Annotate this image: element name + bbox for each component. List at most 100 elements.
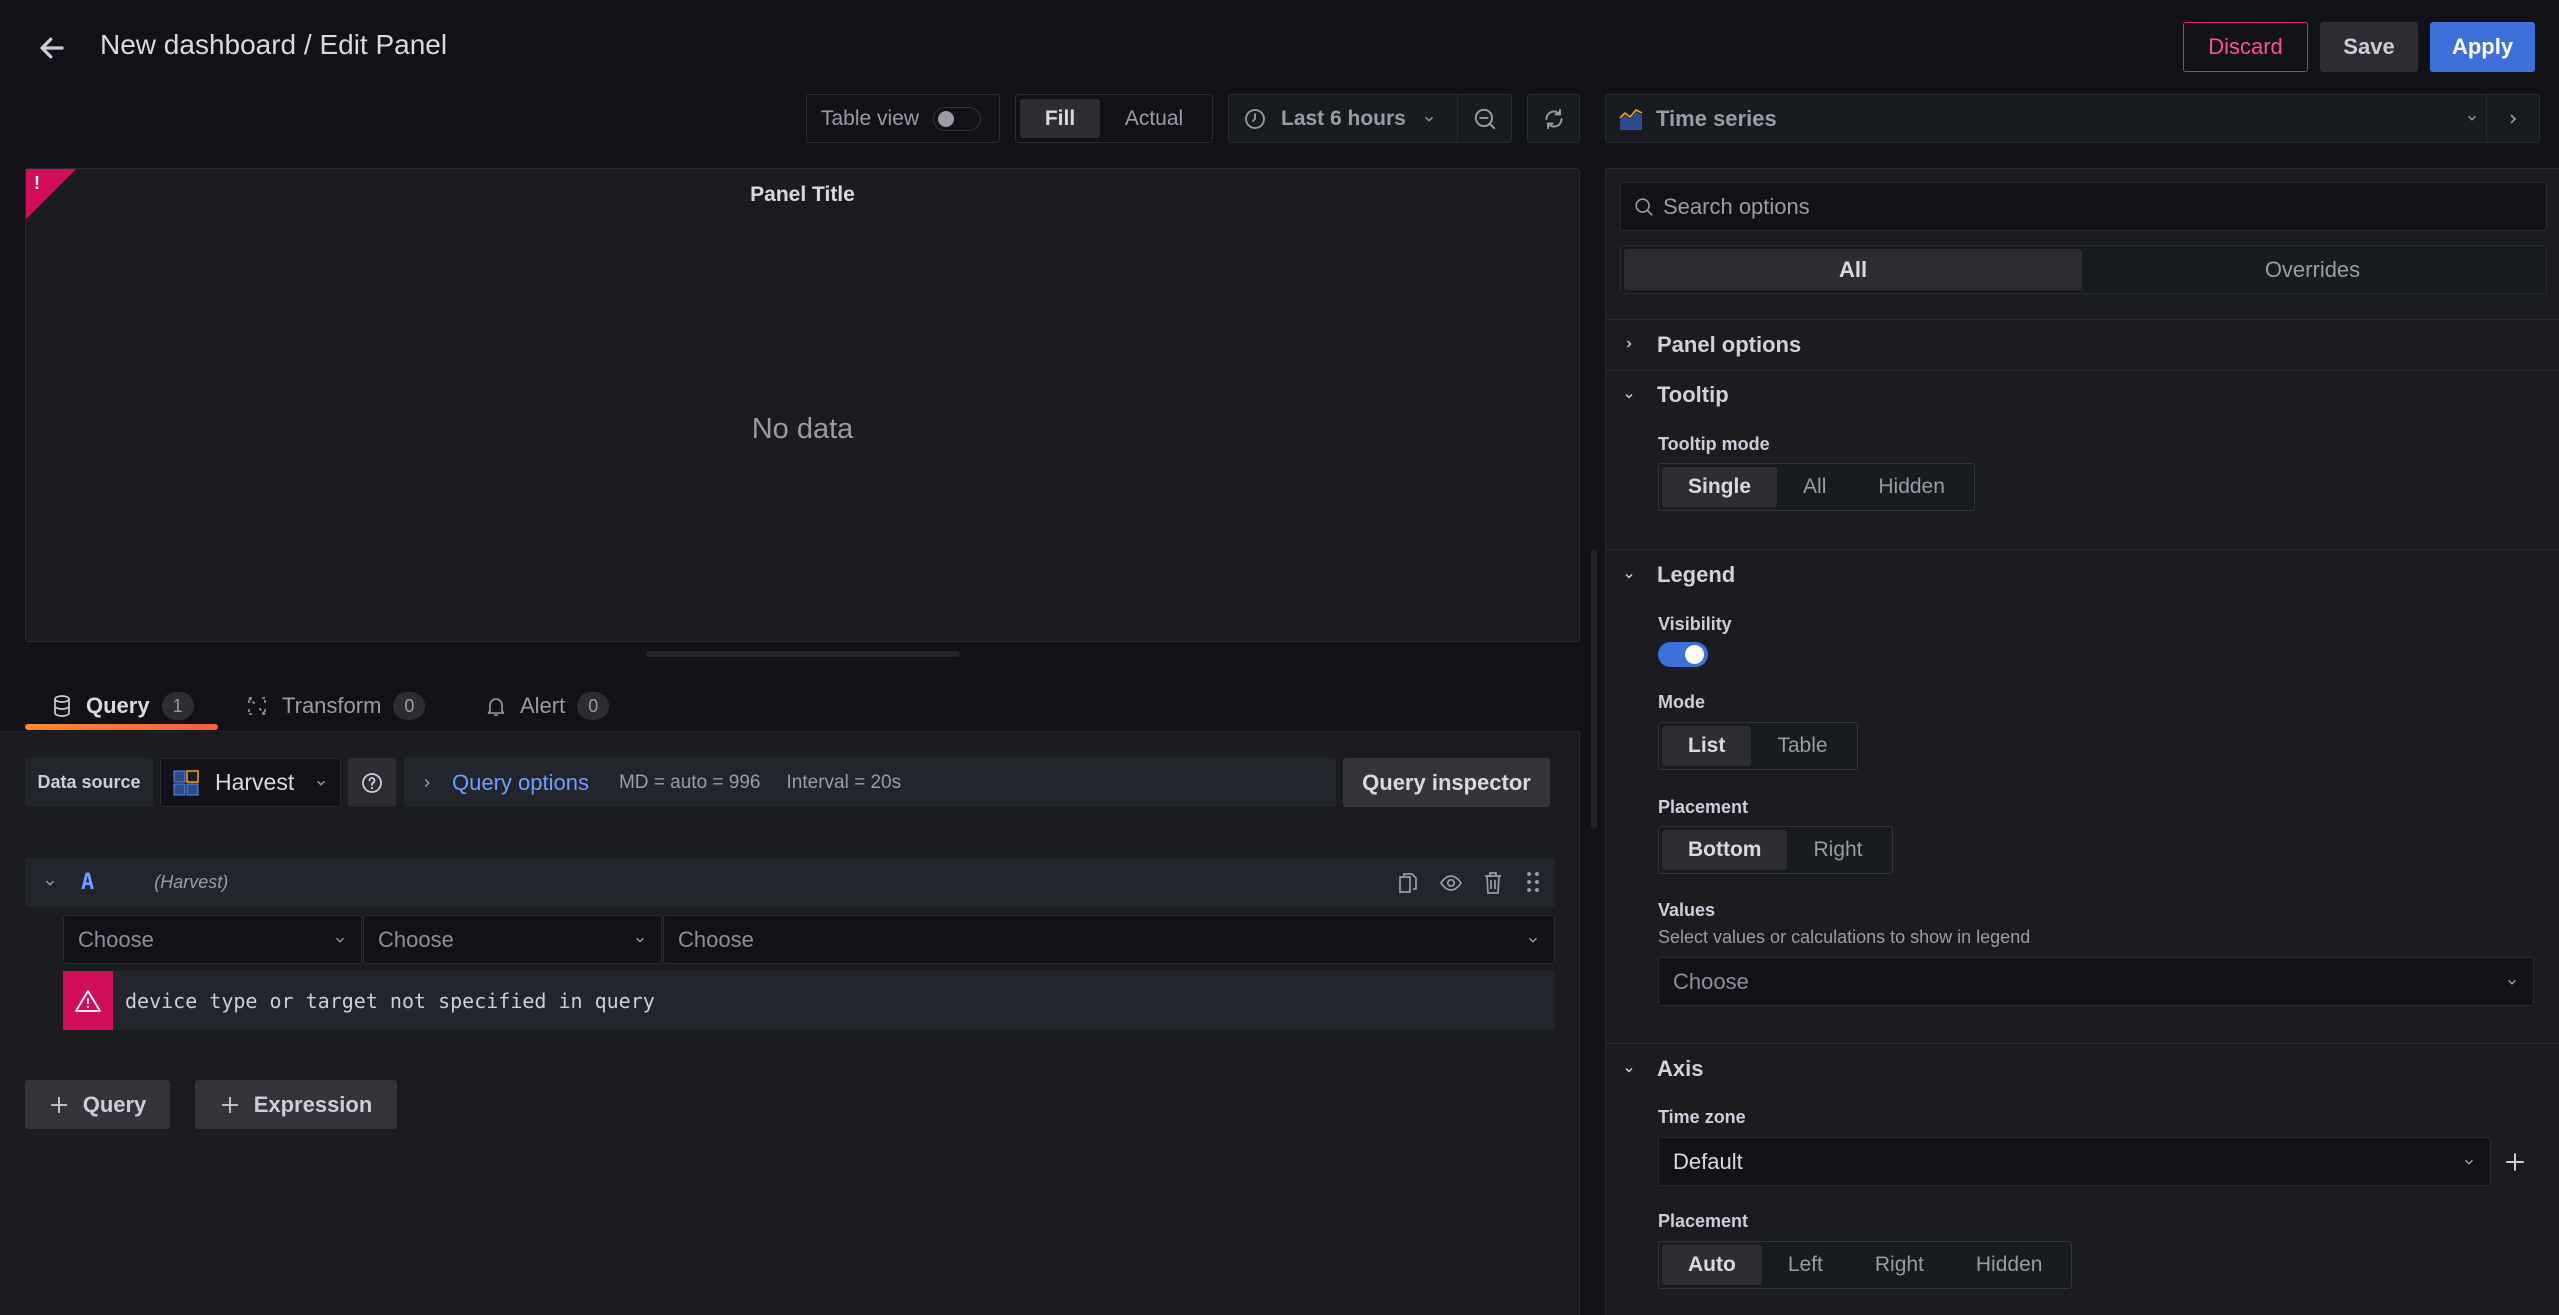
chevron-down-icon <box>314 776 328 790</box>
database-icon <box>54 695 70 717</box>
legend-placement-right[interactable]: Right <box>1787 830 1888 870</box>
legend-mode-label: Mode <box>1658 692 1705 712</box>
arrow-left-icon <box>40 37 64 59</box>
tooltip-mode-single[interactable]: Single <box>1662 467 1778 507</box>
bell-icon <box>487 698 505 716</box>
section-axis[interactable]: Axis <box>1605 1044 2559 1094</box>
table-view-toggle[interactable]: Table view <box>806 94 1000 143</box>
tab-overrides[interactable]: Overrides <box>2082 249 2543 290</box>
clock-icon <box>1243 107 1267 131</box>
axis-placement-label: Placement <box>1658 1211 1749 1231</box>
legend-values-description: Select values or calculations to show in… <box>1658 927 2031 947</box>
data-source-picker[interactable]: Harvest <box>160 758 341 807</box>
collapse-query-icon[interactable] <box>43 876 57 890</box>
chevron-down-icon <box>1623 1064 1635 1076</box>
legend-visibility-switch[interactable] <box>1658 642 1708 667</box>
search-icon <box>1635 197 1653 216</box>
zoom-out-button[interactable] <box>1458 95 1512 142</box>
axis-timezone-label: Time zone <box>1658 1107 1746 1127</box>
time-range-label: Last 6 hours <box>1281 106 1406 130</box>
discard-button[interactable]: Discard <box>2183 22 2308 72</box>
chevron-down-icon <box>2465 111 2479 125</box>
interval: Interval = 20s <box>786 771 902 793</box>
query-inspector-button[interactable]: Query inspector <box>1343 758 1550 807</box>
plus-icon <box>2506 1153 2524 1171</box>
switch-knob <box>1685 645 1704 664</box>
select-placeholder: Choose <box>678 926 754 952</box>
chevron-down-icon <box>333 933 347 947</box>
tooltip-mode-label: Tooltip mode <box>1658 434 1770 454</box>
chevron-right-icon <box>2510 113 2517 124</box>
chevron-right-icon <box>1623 338 1635 350</box>
back-button[interactable] <box>30 30 74 66</box>
section-title: Tooltip <box>1657 382 1729 407</box>
legend-visibility-label: Visibility <box>1658 614 1732 634</box>
page-title: New dashboard / Edit Panel <box>100 29 448 60</box>
fill-button[interactable]: Fill <box>1020 99 1100 138</box>
query-select-3[interactable]: Choose <box>663 915 1555 964</box>
hide-query-button[interactable] <box>1439 872 1463 894</box>
axis-timezone-select[interactable]: Default <box>1658 1137 2491 1186</box>
time-picker[interactable]: Last 6 hours <box>1228 94 1512 143</box>
time-series-icon <box>1618 106 1644 132</box>
plus-icon <box>221 1096 238 1113</box>
apply-button[interactable]: Apply <box>2430 22 2535 72</box>
axis-placement-left[interactable]: Left <box>1762 1245 1849 1285</box>
search-options-input[interactable]: Search options <box>1620 182 2547 231</box>
tooltip-mode-hidden[interactable]: Hidden <box>1852 467 1971 507</box>
add-expression-button[interactable]: Expression <box>195 1080 397 1129</box>
axis-placement-auto[interactable]: Auto <box>1662 1245 1762 1285</box>
legend-placement-bottom[interactable]: Bottom <box>1662 830 1788 870</box>
tab-transform-count: 0 <box>393 692 426 720</box>
query-select-2[interactable]: Choose <box>363 915 662 964</box>
refresh-button[interactable] <box>1527 94 1580 143</box>
add-expression-label: Expression <box>253 1091 373 1117</box>
duplicate-query-button[interactable] <box>1397 871 1419 895</box>
tab-all[interactable]: All <box>1624 249 2082 290</box>
chevron-down-icon <box>2505 975 2519 989</box>
eye-icon <box>1440 875 1462 891</box>
legend-mode-list[interactable]: List <box>1662 726 1752 766</box>
legend-mode-table[interactable]: Table <box>1751 726 1853 766</box>
actual-button[interactable]: Actual <box>1100 99 1208 138</box>
pane-splitter[interactable] <box>1591 549 1597 829</box>
axis-placement-hidden[interactable]: Hidden <box>1950 1245 2069 1285</box>
query-row-header[interactable]: A (Harvest) <box>25 858 1555 907</box>
legend-mode-group: List Table <box>1658 722 1858 770</box>
tab-alert[interactable]: Alert 0 <box>486 688 610 724</box>
help-icon <box>362 772 382 793</box>
search-placeholder: Search options <box>1663 193 1810 219</box>
panel-title[interactable]: Panel Title <box>26 183 1579 207</box>
add-timezone-button[interactable] <box>2500 1147 2530 1177</box>
drag-dots-icon <box>1527 872 1539 892</box>
tab-query[interactable]: Query 1 <box>52 688 194 724</box>
drag-handle[interactable] <box>1525 870 1541 894</box>
table-view-switch[interactable] <box>933 106 982 131</box>
section-legend[interactable]: Legend <box>1605 550 2559 600</box>
tooltip-mode-all[interactable]: All <box>1777 467 1852 507</box>
axis-placement-right[interactable]: Right <box>1849 1245 1950 1285</box>
add-query-button[interactable]: Query <box>25 1080 170 1129</box>
chevron-down-icon <box>1623 390 1635 402</box>
visualization-picker[interactable]: Time series <box>1605 94 2540 143</box>
toggle-options-pane-button[interactable] <box>2487 95 2539 142</box>
chevron-right-icon <box>420 776 434 790</box>
query-select-1[interactable]: Choose <box>63 915 362 964</box>
section-panel-options[interactable]: Panel options <box>1605 320 2559 370</box>
tab-transform[interactable]: Transform 0 <box>246 688 426 724</box>
axis-placement-group: Auto Left Right Hidden <box>1658 1241 2073 1289</box>
max-data-points: MD = auto = 996 <box>618 771 761 793</box>
save-button[interactable]: Save <box>2320 22 2418 72</box>
harvest-logo-icon <box>173 769 199 795</box>
delete-query-button[interactable] <box>1483 871 1503 895</box>
chevron-down-icon <box>1526 933 1540 947</box>
fill-mode-group: Fill Actual <box>1015 94 1213 143</box>
plus-icon <box>50 1096 67 1113</box>
legend-values-select[interactable]: Choose <box>1658 957 2534 1006</box>
section-title: Legend <box>1657 562 1736 587</box>
query-options-bar[interactable]: Query options MD = auto = 996 Interval =… <box>404 758 1336 807</box>
query-ref-id[interactable]: A <box>81 870 94 895</box>
section-tooltip[interactable]: Tooltip <box>1605 372 2559 422</box>
panel-resize-handle[interactable] <box>646 651 960 657</box>
data-source-help-button[interactable] <box>348 758 396 807</box>
